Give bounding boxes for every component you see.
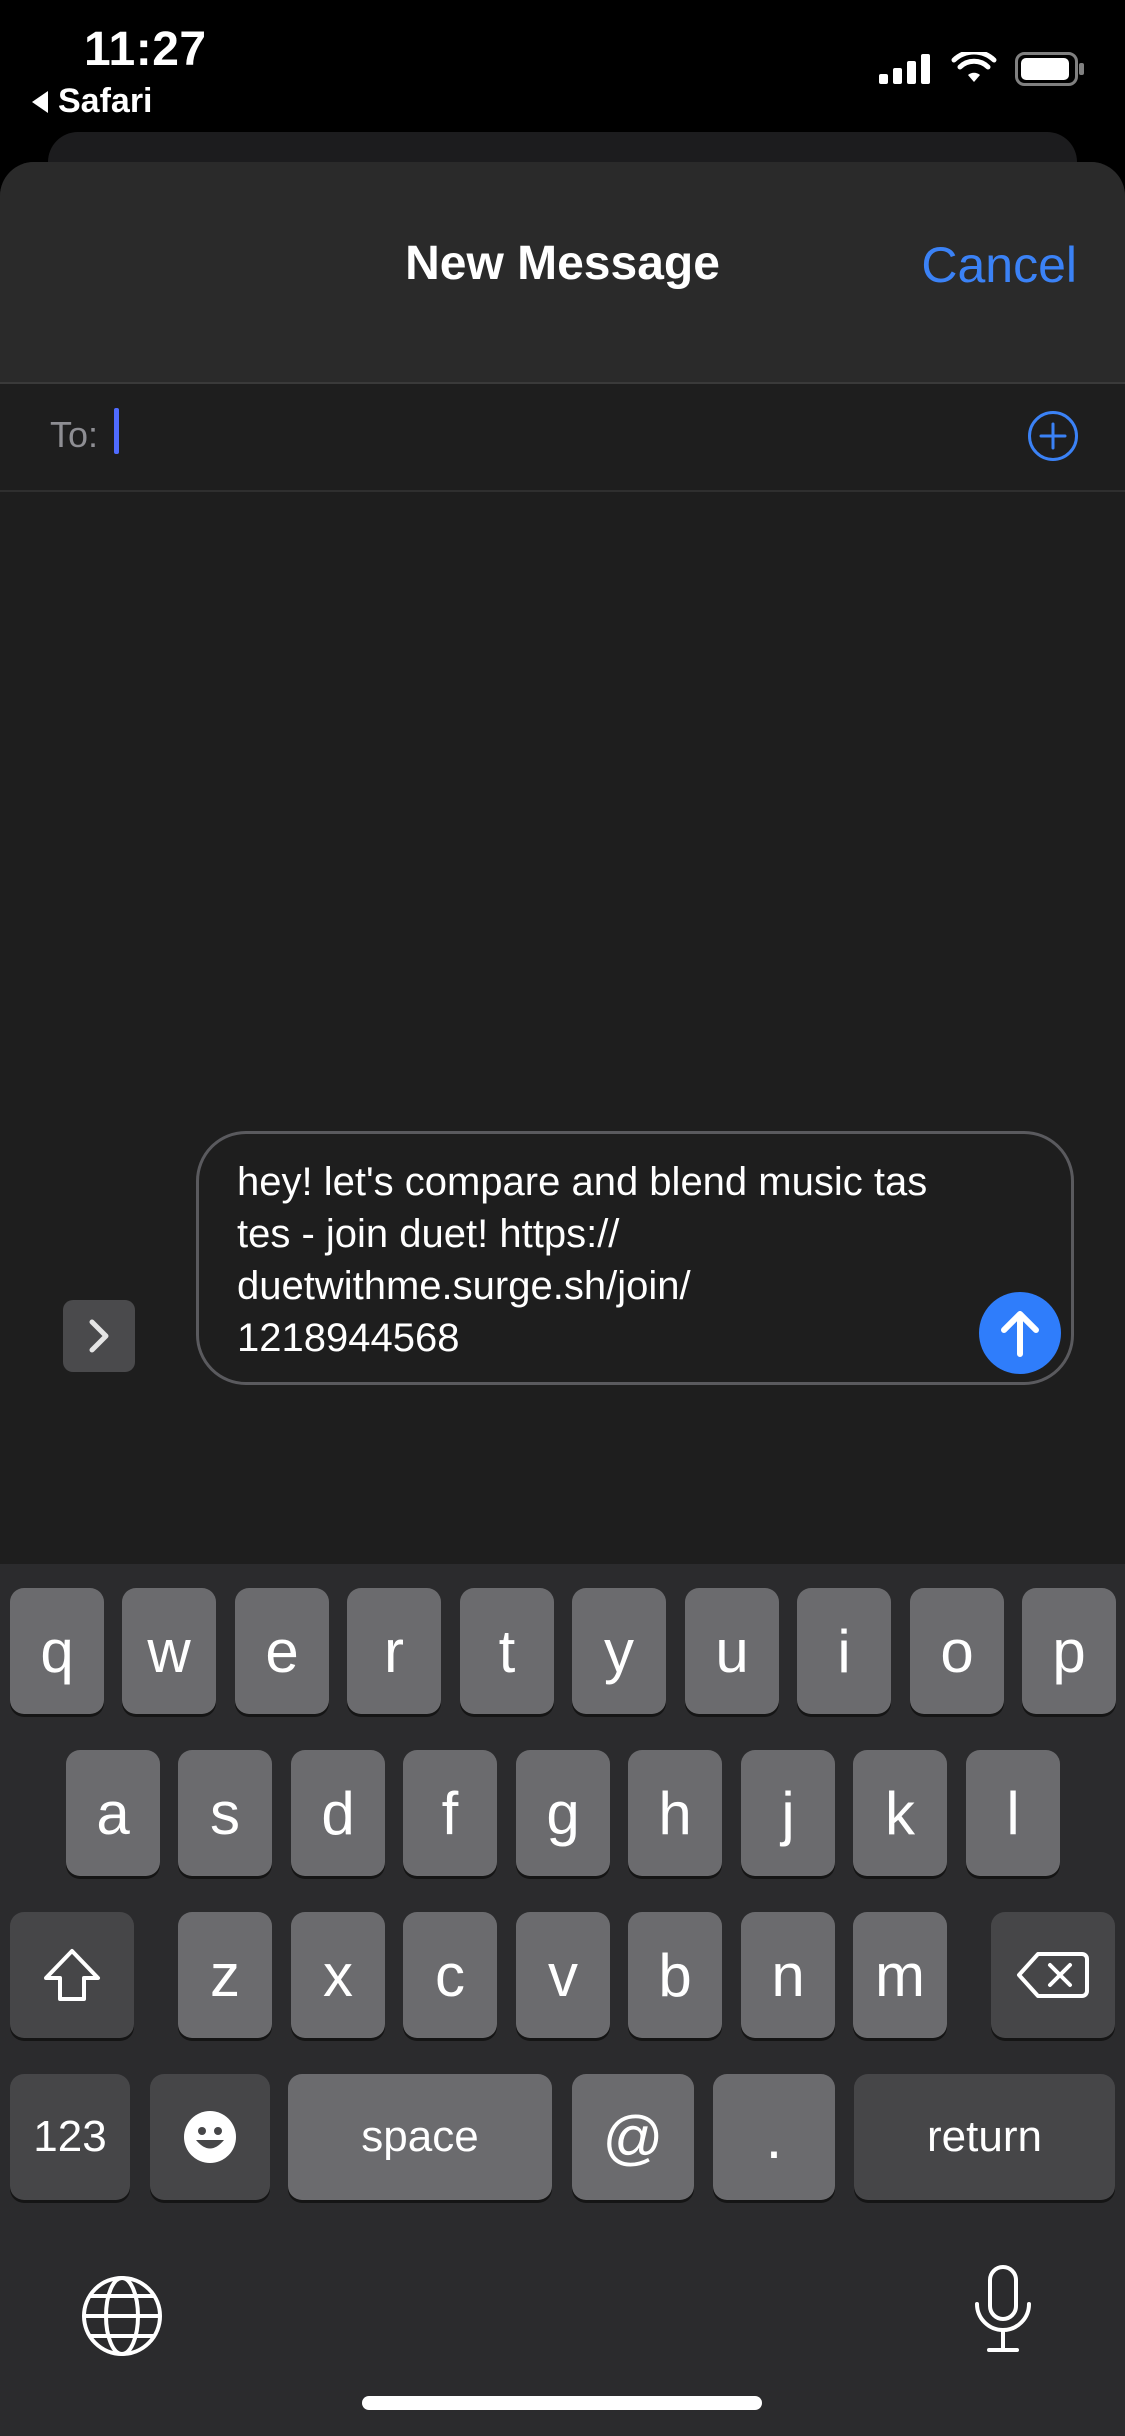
key-b[interactable]: b [628,1912,722,2038]
home-indicator[interactable] [362,2396,762,2410]
back-app-label: Safari [58,82,153,120]
key-v[interactable]: v [516,1912,610,2038]
delete-key[interactable] [991,1912,1115,2038]
key-p[interactable]: p [1022,1588,1116,1714]
key-l[interactable]: l [966,1750,1060,1876]
key-f[interactable]: f [403,1750,497,1876]
shift-arrow-icon [44,1949,100,2001]
key-h[interactable]: h [628,1750,722,1876]
space-key[interactable]: space [288,2074,552,2200]
send-button[interactable] [979,1292,1061,1374]
key-m[interactable]: m [853,1912,947,2038]
message-text: hey! let's compare and blend music taste… [237,1160,928,1360]
recipient-field[interactable]: To: [0,384,1125,492]
arrow-up-icon [1001,1311,1039,1357]
shift-key[interactable] [10,1912,134,2038]
key-e[interactable]: e [235,1588,329,1714]
key-d[interactable]: d [291,1750,385,1876]
key-c[interactable]: c [403,1912,497,2038]
key-r[interactable]: r [347,1588,441,1714]
key-w[interactable]: w [122,1588,216,1714]
emoji-icon [184,2111,236,2163]
chevron-right-icon [89,1319,109,1353]
message-input[interactable]: hey! let's compare and blend music taste… [196,1131,1074,1385]
apps-expand-button[interactable] [63,1300,135,1372]
key-y[interactable]: y [572,1588,666,1714]
key-i[interactable]: i [797,1588,891,1714]
key-g[interactable]: g [516,1750,610,1876]
back-triangle-icon [32,90,48,113]
key-a[interactable]: a [66,1750,160,1876]
keyboard: q w e r t y u i o p a s d f g h j k l z … [0,1564,1125,2436]
to-label: To: [50,414,99,455]
status-icons [879,52,1085,86]
key-s[interactable]: s [178,1750,272,1876]
status-time: 11:27 [84,23,207,76]
numbers-key[interactable]: 123 [10,2074,130,2200]
globe-icon[interactable] [80,2274,164,2358]
wifi-icon [951,52,997,82]
add-contact-icon[interactable] [1027,410,1079,462]
nav-bar: New Message Cancel [0,162,1125,384]
key-u[interactable]: u [685,1588,779,1714]
backspace-icon [1017,1952,1089,1998]
battery-icon [1015,52,1084,86]
period-key[interactable]: . [713,2074,835,2200]
key-t[interactable]: t [460,1588,554,1714]
key-k[interactable]: k [853,1750,947,1876]
cancel-button[interactable]: Cancel [921,236,1077,294]
return-key[interactable]: return [854,2074,1115,2200]
key-q[interactable]: q [10,1588,104,1714]
key-x[interactable]: x [291,1912,385,2038]
text-caret [114,408,119,454]
microphone-icon[interactable] [971,2264,1035,2356]
cellular-signal-icon [879,54,930,84]
at-key[interactable]: @ [572,2074,694,2200]
key-z[interactable]: z [178,1912,272,2038]
key-o[interactable]: o [910,1588,1004,1714]
key-n[interactable]: n [741,1912,835,2038]
back-to-app-link[interactable]: Safari [32,82,153,121]
key-j[interactable]: j [741,1750,835,1876]
emoji-key[interactable] [150,2074,270,2200]
